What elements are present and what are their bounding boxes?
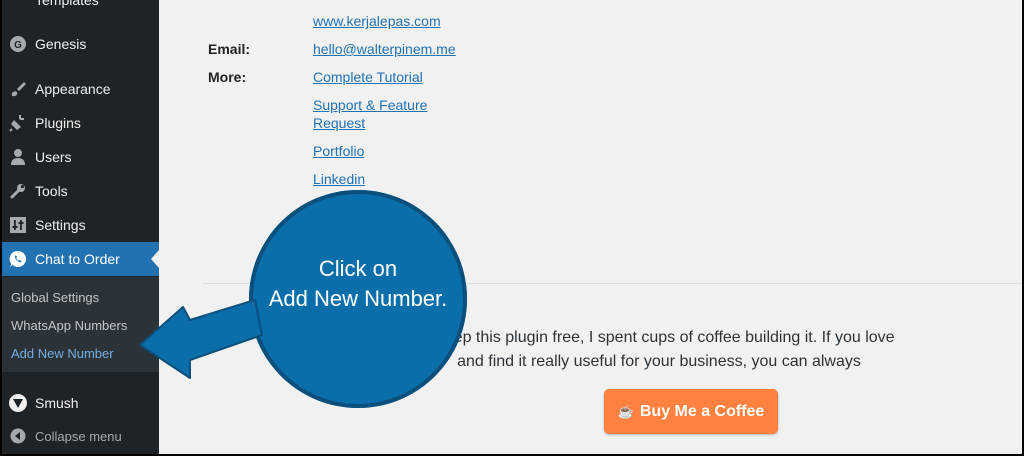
sidebar-item-chat-to-order[interactable]: Chat to Order bbox=[2, 242, 159, 276]
collapse-menu-label: Collapse menu bbox=[35, 428, 122, 444]
sliders-icon bbox=[8, 215, 28, 235]
wrench-icon bbox=[8, 181, 28, 201]
email-label: Email: bbox=[208, 41, 251, 57]
sidebar-item-users[interactable]: Users bbox=[2, 140, 159, 174]
submenu-add-new-number[interactable]: Add New Number bbox=[11, 346, 114, 361]
support-feature-link[interactable]: Support & Feature bbox=[313, 96, 427, 114]
coffee-cup-icon: ☕ bbox=[617, 403, 634, 419]
sidebar-item-label: Templates bbox=[35, 0, 99, 8]
more-label: More: bbox=[208, 69, 247, 85]
callout-line2: Add New Number. bbox=[268, 286, 448, 311]
screenshot-frame: Templates G Genesis Appearance Plugins U… bbox=[2, 0, 1022, 456]
collapse-icon bbox=[8, 426, 28, 446]
support-feature-link-line2[interactable]: Request bbox=[313, 114, 365, 132]
submenu-whatsapp-numbers[interactable]: WhatsApp Numbers bbox=[11, 318, 127, 333]
sidebar-item-templates[interactable]: Templates bbox=[2, 0, 159, 17]
plug-icon bbox=[8, 113, 28, 133]
sidebar-item-label: Smush bbox=[35, 395, 79, 411]
callout-line1: Click on bbox=[318, 256, 398, 281]
templates-icon bbox=[8, 0, 28, 10]
sidebar-item-genesis[interactable]: G Genesis bbox=[2, 27, 159, 61]
linkedin-link[interactable]: Linkedin bbox=[313, 170, 365, 188]
submenu-global-settings[interactable]: Global Settings bbox=[11, 290, 99, 305]
paintbrush-icon bbox=[8, 79, 28, 99]
email-link[interactable]: hello@walterpinem.me bbox=[313, 40, 456, 58]
sidebar-item-label: Users bbox=[35, 149, 72, 165]
portfolio-link[interactable]: Portfolio bbox=[313, 142, 364, 160]
sidebar-item-plugins[interactable]: Plugins bbox=[2, 106, 159, 140]
sidebar-item-label: Chat to Order bbox=[35, 251, 120, 267]
website-link[interactable]: www.kerjalepas.com bbox=[313, 12, 441, 30]
genesis-icon: G bbox=[8, 34, 28, 54]
sidebar-item-label: Genesis bbox=[35, 36, 87, 52]
buy-me-a-coffee-button[interactable]: ☕ Buy Me a Coffee bbox=[604, 389, 778, 434]
sidebar-item-label: Plugins bbox=[35, 115, 81, 131]
coffee-button-label: Buy Me a Coffee bbox=[639, 402, 765, 420]
admin-sidebar: Templates G Genesis Appearance Plugins U… bbox=[2, 0, 159, 454]
sidebar-item-settings[interactable]: Settings bbox=[2, 208, 159, 242]
complete-tutorial-link[interactable]: Complete Tutorial bbox=[313, 68, 423, 86]
svg-text:G: G bbox=[14, 40, 22, 51]
collapse-menu-button[interactable]: Collapse menu bbox=[2, 419, 159, 453]
active-indicator bbox=[151, 250, 159, 268]
whatsapp-icon bbox=[8, 249, 28, 269]
sidebar-item-label: Settings bbox=[35, 217, 86, 233]
instruction-callout: Click on Add New Number. bbox=[249, 190, 467, 408]
sidebar-item-smush[interactable]: Smush bbox=[2, 386, 159, 420]
sidebar-item-label: Appearance bbox=[35, 81, 111, 97]
user-icon bbox=[8, 147, 28, 167]
chat-to-order-submenu: Global Settings WhatsApp Numbers Add New… bbox=[2, 277, 159, 372]
sidebar-item-tools[interactable]: Tools bbox=[2, 174, 159, 208]
sidebar-item-label: Tools bbox=[35, 183, 68, 199]
sidebar-item-appearance[interactable]: Appearance bbox=[2, 72, 159, 106]
smush-icon bbox=[8, 393, 28, 413]
